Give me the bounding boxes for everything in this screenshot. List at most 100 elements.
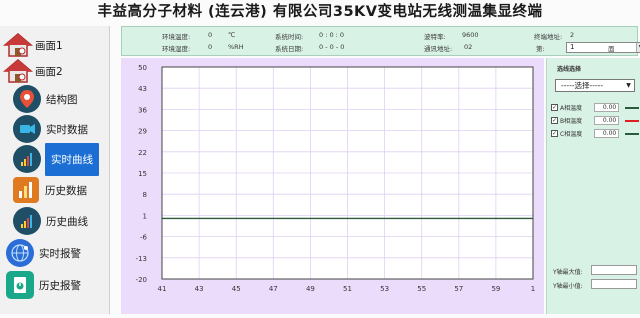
env-temp-value: 0 — [208, 31, 213, 39]
chevron-down-icon[interactable]: ▼ — [624, 81, 633, 90]
x-tick-label: 43 — [195, 285, 204, 293]
terminal-address-label: 终端地址: — [534, 33, 563, 41]
system-date-label: 系统日期: — [275, 45, 304, 53]
sidebar-item-realtime-alarm[interactable]: 实时报警 — [0, 236, 110, 270]
series-point — [235, 217, 237, 220]
series-a-checkbox[interactable]: ✓ — [551, 104, 558, 111]
globe-network-icon — [6, 239, 34, 267]
series-a-swatch — [625, 106, 639, 109]
chevron-down-icon[interactable]: ▼ — [636, 43, 640, 52]
series-panel: 选线选择 -----选择----- ▼ ✓ A相温度 0.00 ✓ B相温度 0… — [546, 58, 640, 314]
comm-address-value: 02 — [464, 43, 473, 51]
sidebar: 画面1 画面2 结构图 实时数据 实时曲线 历史数据 历史曲线 实时报警 历史报… — [0, 26, 110, 314]
x-tick-label: 51 — [343, 285, 352, 293]
signal-chart-icon — [13, 207, 41, 235]
series-b-swatch — [625, 119, 639, 122]
x-tick-label: 47 — [269, 285, 278, 293]
y-tick-label: 29 — [138, 128, 147, 136]
series-point — [495, 217, 497, 220]
series-panel-header: 选线选择 — [557, 66, 582, 73]
sidebar-item-label: 结构图 — [46, 93, 78, 106]
series-point — [421, 217, 423, 220]
sidebar-item-label: 实时曲线 — [45, 142, 99, 176]
sidebar-item-label: 历史报警 — [39, 279, 81, 292]
env-temp-unit: ℃ — [228, 31, 236, 39]
comm-address-label: 通讯地址: — [424, 45, 453, 53]
sidebar-item-label: 画面1 — [35, 39, 63, 52]
page-select-label: 第: — [536, 45, 545, 53]
baud-rate-value: 9600 — [462, 31, 479, 39]
series-b-label: B相温度 — [560, 118, 583, 125]
location-pin-icon — [13, 85, 41, 113]
series-row-b: ✓ B相温度 0.00 — [551, 115, 639, 126]
system-time-value: 0 : 0 : 0 — [319, 31, 345, 39]
video-camera-icon — [13, 115, 41, 143]
y-tick-label: 8 — [143, 191, 147, 199]
realtime-curve-chart: 50 43 36 29 22 15 8 1 -6 -13 -20 41 43 45 47 49 51 53 55 57… — [136, 64, 536, 293]
env-humidity-value: 0 — [208, 43, 213, 51]
chart-panel: 50 43 36 29 22 15 8 1 -6 -13 -20 41 43 45 47 49 51 53 55 57… — [121, 58, 544, 314]
y-tick-label: 50 — [138, 64, 147, 72]
y-tick-label: -20 — [136, 276, 147, 284]
sidebar-item-realtime-data[interactable]: 实时数据 — [0, 112, 110, 146]
sidebar-item-history-data[interactable]: 历史数据 — [0, 173, 110, 207]
bar-chart-icon — [13, 177, 39, 203]
series-c-checkbox[interactable]: ✓ — [551, 130, 558, 137]
x-tick-label: 57 — [454, 285, 463, 293]
window-title: 丰益高分子材料 (连云港) 有限公司35KV变电站无线测温集显终端 — [97, 4, 543, 20]
x-tick-label: 53 — [380, 285, 389, 293]
series-c-swatch — [625, 132, 639, 135]
x-tick-label: 49 — [306, 285, 315, 293]
series-a-label: A相温度 — [560, 105, 583, 112]
file-alarm-icon — [6, 271, 34, 299]
sidebar-item-label: 实时数据 — [46, 123, 88, 136]
series-point — [346, 217, 349, 220]
y-min-input[interactable] — [591, 279, 637, 289]
series-c-label: C相温度 — [560, 131, 583, 138]
y-max-input[interactable] — [591, 265, 637, 275]
page-suffix: 面 — [608, 45, 615, 53]
sidebar-item-realtime-curve[interactable]: 实时曲线 — [0, 142, 110, 176]
env-temp-label: 环境温度: — [162, 33, 191, 41]
series-point — [198, 217, 200, 220]
env-humidity-label: 环境湿度: — [162, 45, 191, 53]
series-row-a: ✓ A相温度 0.00 — [551, 102, 639, 113]
x-tick-label: 59 — [491, 285, 500, 293]
x-tick-label: 1 — [531, 285, 535, 293]
x-tick-label: 45 — [232, 285, 241, 293]
series-b-checkbox[interactable]: ✓ — [551, 117, 558, 124]
sidebar-item-label: 历史曲线 — [46, 215, 88, 228]
sidebar-item-structure[interactable]: 结构图 — [0, 82, 110, 116]
signal-chart-icon — [13, 145, 41, 173]
page-select-value: 1 — [570, 43, 575, 51]
series-a-value: 0.00 — [593, 103, 620, 112]
line-select-dropdown[interactable]: -----选择----- ▼ — [555, 79, 635, 92]
y-tick-label: 15 — [138, 170, 147, 178]
line-select-value: -----选择----- — [561, 81, 604, 90]
series-c-value: 0.00 — [593, 129, 620, 138]
baud-rate-label: 波特率: — [424, 33, 446, 41]
y-tick-label: 36 — [138, 106, 147, 114]
series-point — [161, 217, 163, 220]
env-humidity-unit: %RH — [228, 43, 244, 51]
x-tick-label: 41 — [158, 285, 167, 293]
y-tick-label: 1 — [143, 212, 147, 220]
series-point — [458, 217, 460, 220]
y-tick-label: -6 — [140, 234, 148, 242]
series-row-c: ✓ C相温度 0.00 — [551, 128, 639, 139]
system-date-value: 0 - 0 - 0 — [319, 43, 345, 51]
sidebar-item-label: 实时报警 — [39, 247, 81, 260]
series-point — [384, 217, 386, 220]
series-b-value: 0.00 — [593, 116, 620, 125]
sidebar-item-history-curve[interactable]: 历史曲线 — [0, 204, 110, 238]
y-tick-label: 22 — [138, 149, 147, 157]
sidebar-item-label: 画面2 — [35, 65, 63, 78]
terminal-address-value: 2 — [570, 31, 575, 39]
series-point — [272, 217, 274, 220]
y-min-label: Y轴最小值: — [553, 283, 583, 290]
system-time-label: 系统时间: — [275, 33, 304, 41]
status-panel: 环境温度: 0 ℃ 环境湿度: 0 %RH 系统时间: 0 : 0 : 0 系统… — [121, 26, 640, 56]
sidebar-item-history-alarm[interactable]: 历史报警 — [0, 268, 110, 302]
page-select[interactable]: 1 ▼ — [566, 42, 640, 53]
series-point — [532, 217, 534, 220]
